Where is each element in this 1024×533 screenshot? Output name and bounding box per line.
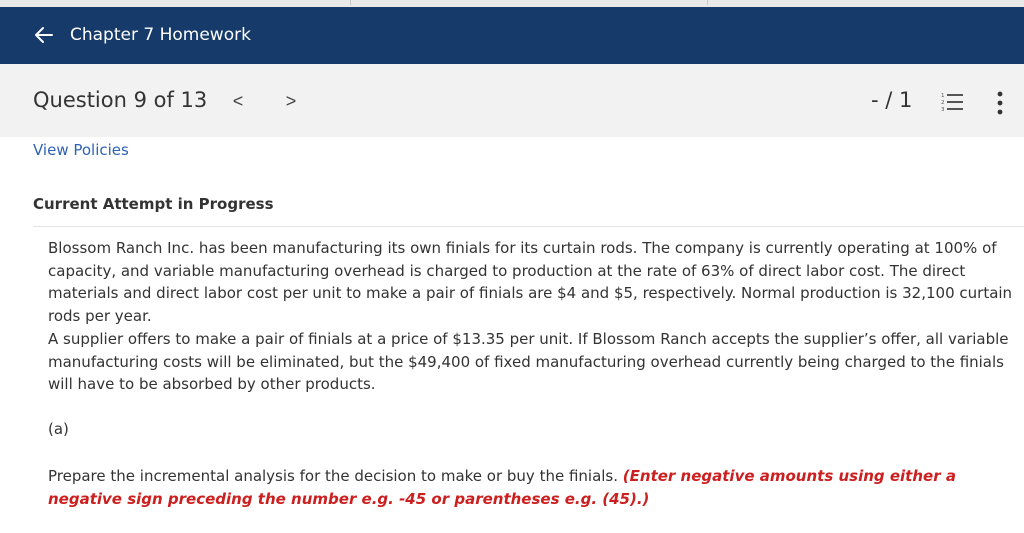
numbered-list-icon[interactable]: 1 2 3: [941, 91, 963, 113]
problem-paragraph-2: A supplier offers to make a pair of fini…: [48, 330, 1009, 394]
attempt-heading: Current Attempt in Progress: [33, 195, 274, 213]
question-panel: Blossom Ranch Inc. has been manufacturin…: [33, 227, 1024, 533]
top-strip: [0, 0, 1024, 7]
svg-text:3: 3: [941, 107, 945, 113]
app-header: Chapter 7 Homework: [0, 7, 1024, 64]
instruction-paragraph: Prepare the incremental analysis for the…: [48, 465, 1013, 510]
question-bar: Question 9 of 13 < > - / 1 1 2 3: [0, 64, 1024, 137]
part-label: (a): [48, 420, 69, 438]
page-title: Chapter 7 Homework: [70, 25, 251, 45]
question-counter: Question 9 of 13: [33, 88, 208, 112]
instruction-text: Prepare the incremental analysis for the…: [48, 467, 619, 485]
strip-tick: [350, 0, 351, 5]
chevron-left-icon[interactable]: <: [228, 90, 248, 112]
score-display: - / 1: [871, 88, 913, 112]
svg-text:1: 1: [941, 93, 945, 99]
view-policies-link[interactable]: View Policies: [33, 141, 129, 159]
question-content: View Policies Current Attempt in Progres…: [0, 137, 1024, 533]
strip-tick: [707, 0, 708, 5]
problem-paragraph-1: Blossom Ranch Inc. has been manufacturin…: [48, 239, 1013, 325]
arrow-left-icon[interactable]: [33, 24, 55, 46]
vertical-ellipsis-icon[interactable]: [995, 91, 1005, 115]
chevron-right-icon[interactable]: >: [281, 90, 301, 112]
svg-text:2: 2: [941, 100, 945, 106]
